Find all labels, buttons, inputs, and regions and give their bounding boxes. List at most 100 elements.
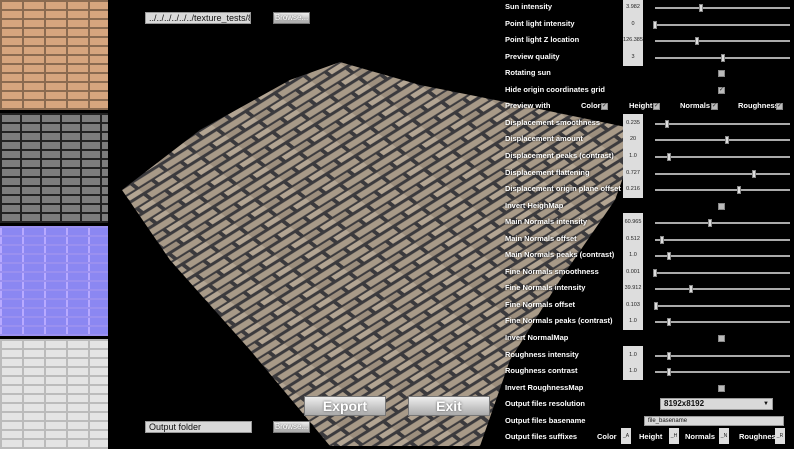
basename-label: Output files basename <box>505 415 586 425</box>
value-field[interactable]: 39.912 <box>623 279 643 298</box>
slider-track[interactable] <box>654 301 790 310</box>
value-field[interactable]: 0.103 <box>623 295 643 314</box>
slider-handle[interactable] <box>666 318 671 327</box>
slider-track[interactable] <box>655 235 790 244</box>
value-field[interactable]: 0.235 <box>623 113 643 132</box>
slider-label: Displacement amount <box>505 134 583 144</box>
slider-handle[interactable] <box>666 252 671 261</box>
slider-track[interactable] <box>655 219 790 228</box>
value-field[interactable]: 126.385 <box>623 31 643 50</box>
value-field[interactable]: 0.216 <box>623 180 643 199</box>
slider-handle[interactable] <box>659 235 664 244</box>
suffix-label: Color <box>597 432 617 442</box>
slider-row: Fine Normals smoothness 0.001 <box>505 262 794 281</box>
checkbox-row: Hide origin coordinates grid ✓ <box>505 84 794 98</box>
slider-label: Point light Z location <box>505 35 580 45</box>
checkbox-label: Rotating sun <box>505 68 551 78</box>
slider-track[interactable] <box>655 252 790 261</box>
slider-handle[interactable] <box>720 53 725 62</box>
slider-track[interactable] <box>655 186 790 195</box>
slider-row: Displacement flattening 0.727 <box>505 163 794 182</box>
slider-handle[interactable] <box>751 169 756 178</box>
slider-track[interactable] <box>655 37 790 46</box>
value-field[interactable]: 1.0 <box>623 146 643 165</box>
output-folder-input[interactable]: Output folder <box>145 421 252 433</box>
value-field[interactable]: 1.0 <box>623 345 643 364</box>
checkbox[interactable] <box>718 70 725 78</box>
value-field[interactable]: 1.0 <box>623 312 643 331</box>
value-field[interactable]: 0.001 <box>623 262 643 281</box>
slider-track[interactable] <box>655 285 790 294</box>
value-field[interactable]: 20 <box>623 130 643 149</box>
browse-output-button[interactable]: Browse... <box>273 421 310 433</box>
value-field[interactable]: 3 <box>623 47 643 66</box>
export-button[interactable]: Export <box>304 396 386 416</box>
slider-handle[interactable] <box>653 268 657 277</box>
checkbox[interactable] <box>718 202 725 210</box>
suffix-color-input[interactable]: _A <box>621 428 631 445</box>
slider-handle[interactable] <box>689 285 694 294</box>
value-field[interactable]: 1.0 <box>623 362 643 381</box>
slider-label: Fine Normals intensity <box>505 283 586 293</box>
texture-path-input[interactable]: ../../../../../../texture_tests/8k_ <box>145 12 251 24</box>
checkbox[interactable] <box>718 384 725 392</box>
value-field[interactable]: 0.512 <box>623 229 643 248</box>
suffix-height-input[interactable]: _H <box>669 428 679 445</box>
slider-track[interactable] <box>653 20 790 29</box>
preview-with-row: Preview with Color ✓ Height ✓ Normals ✓ Roughne… <box>505 100 794 114</box>
value-field[interactable]: 0.727 <box>623 163 643 182</box>
value-field[interactable]: 0 <box>623 14 643 33</box>
slider-track[interactable] <box>655 318 790 327</box>
resolution-dropdown[interactable]: 8192x8192 ▼ <box>660 398 773 411</box>
value-field[interactable]: 60.965 <box>623 213 643 232</box>
checkbox-label: Invert HeighMap <box>505 200 564 210</box>
slider-label: Fine Normals peaks (contrast) <box>505 316 613 326</box>
slider-track[interactable] <box>653 268 790 277</box>
browse-texture-button[interactable]: Browse... <box>273 12 310 24</box>
slider-handle[interactable] <box>724 136 729 145</box>
slider-track[interactable] <box>655 169 790 178</box>
slider-track[interactable] <box>655 136 790 145</box>
slider-handle[interactable] <box>698 4 703 12</box>
preview-with-label: Preview with <box>505 101 551 111</box>
suffix-label: Normals <box>685 432 716 442</box>
slider-handle[interactable] <box>666 351 671 360</box>
checkbox-label: Invert NormalMap <box>505 333 569 342</box>
preview-color-checkbox[interactable]: ✓ <box>601 103 608 111</box>
slider-row: Displacement amount 20 <box>505 130 794 149</box>
slider-track[interactable] <box>655 368 790 377</box>
slider-row: Main Normals intensity 60.965 <box>505 213 794 232</box>
slider-label: Sun intensity <box>505 2 553 11</box>
slider-row: Roughness intensity 1.0 <box>505 345 794 364</box>
exit-button[interactable]: Exit <box>408 396 490 416</box>
suffix-roughness-input[interactable]: _R <box>775 428 785 445</box>
preview-roughness-checkbox[interactable]: ✓ <box>776 103 783 111</box>
slider-handle[interactable] <box>736 186 741 195</box>
checkbox[interactable] <box>718 335 725 342</box>
slider-label: Main Normals intensity <box>505 217 588 227</box>
value-field[interactable]: 1.0 <box>623 246 643 265</box>
checkbox-row: Invert NormalMap <box>505 332 794 346</box>
slider-track[interactable] <box>655 4 790 12</box>
slider-handle[interactable] <box>666 368 671 377</box>
slider-handle[interactable] <box>653 20 657 29</box>
preview-height-checkbox[interactable]: ✓ <box>653 103 660 111</box>
preview-normals-checkbox[interactable]: ✓ <box>711 103 718 111</box>
preview-option-label: Normals <box>680 101 711 111</box>
checkbox-row: Invert RoughnessMap <box>505 382 794 396</box>
slider-handle[interactable] <box>666 152 671 161</box>
slider-track[interactable] <box>655 53 790 62</box>
slider-handle[interactable] <box>708 219 713 228</box>
slider-track[interactable] <box>655 119 790 128</box>
slider-track[interactable] <box>655 351 790 360</box>
slider-track[interactable] <box>655 152 790 161</box>
basename-input[interactable]: file_basename <box>644 415 784 426</box>
basename-row: Output files basename file_basename <box>505 415 794 429</box>
slider-handle[interactable] <box>694 37 699 46</box>
slider-label: Displacement flattening <box>505 167 590 177</box>
slider-handle[interactable] <box>654 301 659 310</box>
suffix-normals-input[interactable]: _N <box>719 428 729 445</box>
checkbox[interactable]: ✓ <box>718 86 725 94</box>
slider-handle[interactable] <box>665 119 670 128</box>
slider-label: Point light intensity <box>505 18 575 28</box>
